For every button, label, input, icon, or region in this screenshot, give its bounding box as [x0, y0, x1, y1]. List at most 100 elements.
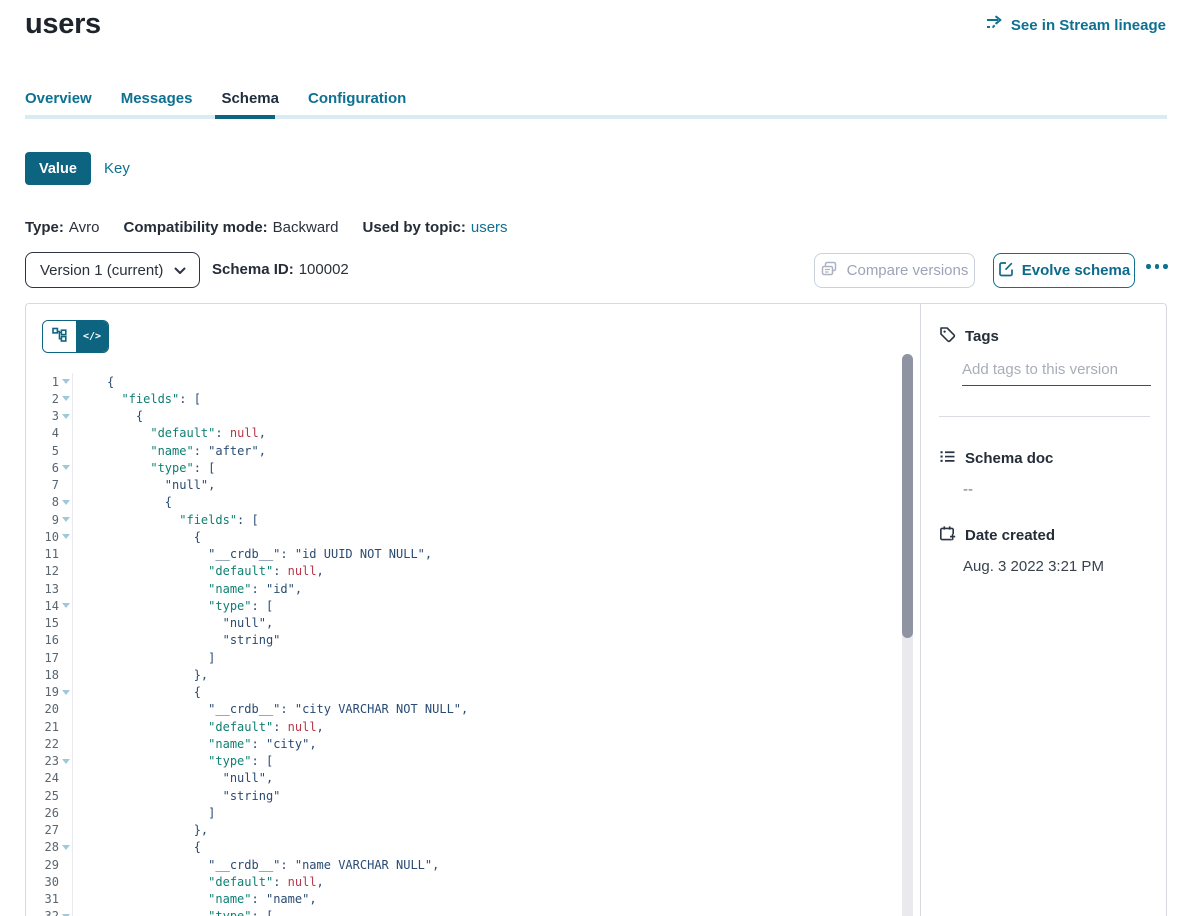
fold-arrow-icon[interactable]	[62, 396, 70, 401]
code-line-text: "string"	[73, 789, 280, 803]
line-number: 21	[26, 720, 59, 734]
topic-link[interactable]: users	[471, 219, 508, 236]
compare-versions-button[interactable]: Compare versions	[814, 253, 975, 288]
evolve-schema-button[interactable]: Evolve schema	[993, 253, 1135, 288]
editor-view-toggle: </>	[42, 320, 109, 353]
tab-overview[interactable]: Overview	[25, 90, 92, 107]
tags-input[interactable]	[962, 361, 1151, 386]
code-line-text: "fields": [	[73, 513, 259, 527]
code-line: 30 "default": null,	[26, 873, 902, 890]
editor-gutter: 26	[26, 804, 73, 821]
code-line-text: {	[73, 685, 201, 699]
line-number: 6	[26, 461, 59, 475]
editor-gutter: 24	[26, 770, 73, 787]
line-number: 32	[26, 909, 59, 916]
stream-lineage-link[interactable]: See in Stream lineage	[985, 15, 1166, 35]
page-title: users	[25, 8, 101, 41]
line-number: 26	[26, 806, 59, 820]
line-number: 1	[26, 375, 59, 389]
schema-code-editor[interactable]: 1{2 "fields": [3 {4 "default": null,5 "n…	[26, 373, 902, 916]
fold-arrow-icon[interactable]	[62, 534, 70, 539]
code-line: 29 "__crdb__": "name VARCHAR NULL",	[26, 856, 902, 873]
fold-arrow-icon[interactable]	[62, 603, 70, 608]
code-line-text: "null",	[73, 771, 273, 785]
fold-arrow-icon[interactable]	[62, 465, 70, 470]
editor-gutter: 23	[26, 753, 73, 770]
line-number: 30	[26, 875, 59, 889]
more-options-icon[interactable]	[1146, 264, 1168, 269]
editor-gutter: 20	[26, 701, 73, 718]
line-number: 2	[26, 392, 59, 406]
date-created-section-header: Date created	[939, 525, 1150, 546]
editor-gutter: 30	[26, 873, 73, 890]
code-line: 8 {	[26, 494, 902, 511]
editor-gutter: 9	[26, 511, 73, 528]
line-number: 16	[26, 633, 59, 647]
version-select[interactable]: Version 1 (current)	[25, 252, 200, 288]
code-line: 11 "__crdb__": "id UUID NOT NULL",	[26, 546, 902, 563]
meta-type: Type: Avro	[25, 219, 99, 236]
code-line-text: "__crdb__": "city VARCHAR NOT NULL",	[73, 702, 468, 716]
tab-schema[interactable]: Schema	[221, 90, 279, 107]
tab-track	[25, 115, 1167, 119]
editor-scrollbar-track[interactable]	[902, 354, 913, 916]
code-line: 26 ]	[26, 804, 902, 821]
code-line: 25 "string"	[26, 787, 902, 804]
line-number: 5	[26, 444, 59, 458]
fold-arrow-icon[interactable]	[62, 517, 70, 522]
editor-gutter: 13	[26, 580, 73, 597]
line-number: 23	[26, 754, 59, 768]
editor-gutter: 29	[26, 856, 73, 873]
code-line-text: {	[73, 409, 143, 423]
fold-arrow-icon[interactable]	[62, 379, 70, 384]
fold-arrow-icon[interactable]	[62, 759, 70, 764]
code-line-text: ]	[73, 806, 215, 820]
editor-gutter: 19	[26, 684, 73, 701]
editor-gutter: 27	[26, 822, 73, 839]
code-line: 9 "fields": [	[26, 511, 902, 528]
key-toggle-link[interactable]: Key	[104, 160, 130, 177]
calendar-plus-icon	[939, 525, 956, 546]
code-line-text: ]	[73, 651, 215, 665]
meta-type-label: Type:	[25, 219, 64, 236]
schema-id-label: Schema ID:	[212, 261, 294, 278]
value-toggle-button[interactable]: Value	[25, 152, 91, 185]
stream-lineage-label: See in Stream lineage	[1011, 17, 1166, 34]
fold-arrow-icon[interactable]	[62, 845, 70, 850]
line-number: 11	[26, 547, 59, 561]
compare-versions-icon	[821, 261, 839, 281]
code-line: 14 "type": [	[26, 597, 902, 614]
code-line: 4 "default": null,	[26, 425, 902, 442]
line-number: 20	[26, 702, 59, 716]
line-number: 10	[26, 530, 59, 544]
schema-doc-section-header: Schema doc	[939, 448, 1150, 469]
code-line: 5 "name": "after",	[26, 442, 902, 459]
editor-gutter: 4	[26, 425, 73, 442]
line-number: 14	[26, 599, 59, 613]
code-line: 15 "null",	[26, 615, 902, 632]
code-line-text: {	[73, 840, 201, 854]
meta-topic-label: Used by topic:	[363, 219, 466, 236]
date-created-title: Date created	[965, 527, 1055, 544]
code-line-text: "type": [	[73, 909, 273, 916]
tab-messages[interactable]: Messages	[121, 90, 193, 107]
code-line: 3 {	[26, 408, 902, 425]
editor-scrollbar-thumb[interactable]	[902, 354, 913, 638]
editor-gutter: 31	[26, 891, 73, 908]
fold-arrow-icon[interactable]	[62, 414, 70, 419]
fold-arrow-icon[interactable]	[62, 690, 70, 695]
tab-configuration[interactable]: Configuration	[308, 90, 406, 107]
code-view-button[interactable]: </>	[76, 321, 108, 352]
editor-gutter: 14	[26, 597, 73, 614]
code-line: 10 {	[26, 528, 902, 545]
fold-arrow-icon[interactable]	[62, 500, 70, 505]
code-line-text: "__crdb__": "name VARCHAR NULL",	[73, 858, 439, 872]
code-line-text: "default": null,	[73, 564, 324, 578]
code-line-text: "name": "name",	[73, 892, 317, 906]
evolve-schema-icon	[998, 261, 1014, 281]
tag-icon	[939, 326, 956, 347]
tree-view-button[interactable]	[43, 321, 76, 352]
editor-gutter: 15	[26, 615, 73, 632]
line-number: 27	[26, 823, 59, 837]
editor-gutter: 3	[26, 408, 73, 425]
